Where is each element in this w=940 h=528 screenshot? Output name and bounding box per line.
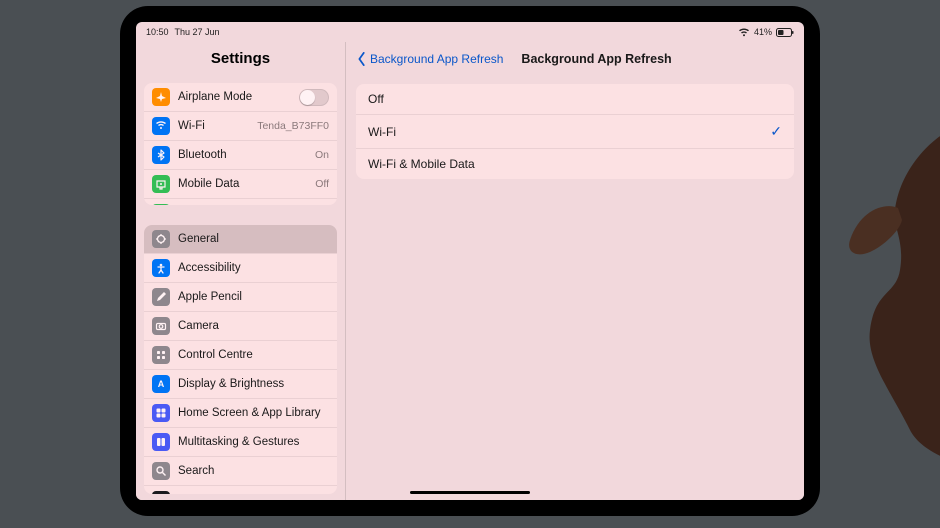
status-time: 10:50 (146, 27, 169, 37)
sidebar-item-label: Airplane Mode (178, 91, 291, 103)
sidebar-item-label: Multitasking & Gestures (178, 436, 329, 448)
wifi-icon (152, 117, 170, 135)
sidebar-item-battery[interactable]: Battery (144, 198, 337, 205)
option-wi-fi[interactable]: Wi-Fi ✓ (356, 114, 794, 148)
sidebar-item-label: Bluetooth (178, 149, 307, 161)
battery-percent: 41% (754, 27, 772, 37)
battery-icon (776, 28, 794, 37)
option-label: Wi-Fi (368, 125, 396, 139)
search-icon (152, 462, 170, 480)
battery-icon (152, 204, 170, 205)
chevron-left-icon (356, 52, 368, 66)
general-icon (152, 230, 170, 248)
sidebar-item-general[interactable]: General (144, 225, 337, 253)
sidebar-item-multitasking[interactable]: Multitasking & Gestures (144, 427, 337, 456)
settings-sidebar[interactable]: Settings Airplane Mode Wi-Fi Tenda_B73FF0 B… (136, 42, 346, 500)
mobile-data-icon (152, 175, 170, 193)
bluetooth-icon (152, 146, 170, 164)
sidebar-item-label: Wi-Fi (178, 120, 249, 132)
airplane-mode-icon (152, 88, 170, 106)
sidebar-item-label: Display & Brightness (178, 378, 329, 390)
apple-pencil-icon (152, 288, 170, 306)
sidebar-item-wifi[interactable]: Wi-Fi Tenda_B73FF0 (144, 111, 337, 140)
sidebar-item-search[interactable]: Search (144, 456, 337, 485)
camera-icon (152, 317, 170, 335)
page-title: Background App Refresh (521, 52, 671, 66)
sidebar-item-value: On (315, 149, 329, 161)
accessibility-icon (152, 259, 170, 277)
screen: 10:50 Thu 27 Jun 41% Settings Airplane M… (136, 22, 804, 500)
status-date: Thu 27 Jun (175, 27, 220, 37)
sidebar-item-bluetooth[interactable]: Bluetooth On (144, 140, 337, 169)
option-off[interactable]: Off (356, 84, 794, 114)
sidebar-item-siri[interactable]: Siri (144, 485, 337, 494)
display-icon: A (152, 375, 170, 393)
nav-bar: Background App Refresh Background App Re… (346, 42, 804, 76)
hand-silhouette (830, 130, 940, 460)
sidebar-item-label: Control Centre (178, 349, 329, 361)
option-label: Off (368, 92, 384, 106)
sidebar-item-airplane-mode[interactable]: Airplane Mode (144, 83, 337, 111)
sidebar-item-accessibility[interactable]: Accessibility (144, 253, 337, 282)
home-indicator (410, 491, 530, 494)
multitasking-icon (152, 433, 170, 451)
tablet-frame: 10:50 Thu 27 Jun 41% Settings Airplane M… (120, 6, 820, 516)
checkmark-icon: ✓ (770, 123, 782, 140)
svg-text:A: A (158, 379, 165, 389)
sidebar-item-label: Search (178, 465, 329, 477)
back-button[interactable]: Background App Refresh (356, 52, 503, 66)
option-label: Wi-Fi & Mobile Data (368, 157, 475, 171)
status-bar: 10:50 Thu 27 Jun 41% (136, 22, 804, 42)
sidebar-item-label: Home Screen & App Library (178, 407, 329, 419)
sidebar-item-value: Tenda_B73FF0 (257, 120, 329, 132)
control-centre-icon (152, 346, 170, 364)
sidebar-item-label: Apple Pencil (178, 291, 329, 303)
sidebar-item-camera[interactable]: Camera (144, 311, 337, 340)
home-screen-icon (152, 404, 170, 422)
detail-pane: Background App Refresh Background App Re… (346, 42, 804, 500)
airplane-mode-toggle[interactable] (299, 89, 329, 106)
wifi-icon (738, 28, 750, 37)
sidebar-item-mobile-data[interactable]: Mobile Data Off (144, 169, 337, 198)
back-label: Background App Refresh (370, 52, 503, 66)
sidebar-item-value: Off (315, 178, 329, 190)
option-wi-fi-mobile-data[interactable]: Wi-Fi & Mobile Data (356, 148, 794, 179)
sidebar-item-label: Camera (178, 320, 329, 332)
sidebar-item-apple-pencil[interactable]: Apple Pencil (144, 282, 337, 311)
sidebar-item-label: Mobile Data (178, 178, 307, 190)
sidebar-item-label: General (178, 233, 329, 245)
sidebar-item-label: Accessibility (178, 262, 329, 274)
sidebar-item-display[interactable]: A Display & Brightness (144, 369, 337, 398)
sidebar-item-home-screen[interactable]: Home Screen & App Library (144, 398, 337, 427)
sidebar-title: Settings (136, 42, 345, 77)
siri-icon (152, 491, 170, 494)
sidebar-item-control-centre[interactable]: Control Centre (144, 340, 337, 369)
